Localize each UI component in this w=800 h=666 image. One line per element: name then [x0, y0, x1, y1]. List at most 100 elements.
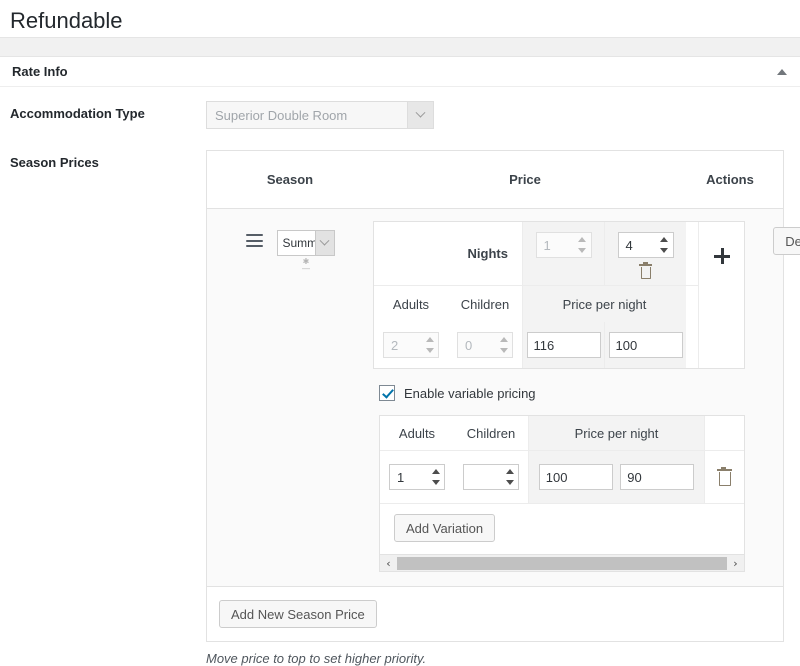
price-input-1[interactable]: 116	[526, 332, 601, 358]
trash-can	[640, 267, 651, 279]
chevron-down-icon	[407, 102, 433, 128]
chevron-down-glyph	[415, 107, 426, 118]
season-price-row: Summ ✱ — Nights 1 4 Adults Children Pric…	[207, 209, 800, 587]
add-variation-button[interactable]: Add Variation	[394, 514, 496, 542]
price-block: Nights 1 4 Adults Children Price per nig…	[373, 221, 745, 369]
price-cell: Nights 1 4 Adults Children Price per nig…	[373, 221, 751, 572]
price-cell-2: 100	[604, 322, 686, 368]
enable-variable-pricing-label: Enable variable pricing	[404, 385, 536, 401]
price-grid: Nights 1 4 Adults Children Price per nig…	[374, 222, 698, 368]
chevron-left-icon[interactable]: ‹	[380, 556, 397, 571]
drag-handle-icon[interactable]	[245, 234, 263, 247]
variations-footer: Add Variation	[380, 504, 744, 554]
variation-children-input[interactable]	[463, 464, 519, 490]
spinner-down-glyph	[578, 248, 586, 253]
trash-lid	[717, 466, 732, 471]
children-input[interactable]: 0	[457, 332, 513, 358]
adults-input[interactable]: 2	[383, 332, 439, 358]
variation-price-input-2[interactable]: 90	[620, 464, 695, 490]
season-prices-control: Season Price Actions Summ ✱ — Nights 1 4…	[206, 150, 800, 642]
enable-variable-pricing-checkbox[interactable]	[379, 385, 395, 401]
price-values-row: 2 0 116 100	[374, 322, 698, 368]
nights-input-1[interactable]: 1	[535, 232, 592, 258]
variation-adults-input[interactable]: 1	[389, 464, 445, 490]
spinner-down-glyph	[505, 480, 514, 485]
column-header-season: Season	[266, 172, 314, 187]
variation-price-cells: 100 90	[528, 451, 704, 503]
adults-value: 2	[391, 337, 399, 353]
variation-price-input-1[interactable]: 100	[538, 464, 613, 490]
spinner-up-glyph	[431, 469, 440, 474]
trash-lid	[639, 262, 652, 266]
caret-up-icon[interactable]	[774, 64, 790, 80]
chevron-down-icon	[314, 231, 334, 255]
nights-col-2: 4	[604, 222, 686, 285]
enable-variable-pricing-row[interactable]: Enable variable pricing	[379, 385, 745, 401]
chevron-right-icon[interactable]: ›	[727, 556, 744, 571]
actions-cell: Delete	[751, 221, 800, 572]
spinner-icon[interactable]	[430, 469, 441, 485]
season-cell: Summ ✱ —	[207, 221, 373, 572]
page-title-bar: Refundable	[0, 0, 800, 38]
children-value: 0	[465, 337, 473, 353]
variations-header: Adults Children Price per night	[380, 416, 744, 451]
variation-adults-value: 1	[397, 469, 405, 485]
metabox-body: Accommodation Type Superior Double Room …	[0, 87, 800, 666]
variation-actions-cell	[704, 451, 744, 503]
nights-value-2: 4	[625, 237, 633, 253]
children-cell: 0	[448, 322, 522, 368]
scrollbar-track[interactable]	[397, 556, 727, 571]
price-cell-1: 116	[522, 322, 604, 368]
priority-note: Move price to top to set higher priority…	[206, 651, 427, 666]
metabox-title: Rate Info	[12, 64, 68, 79]
add-new-season-price-button[interactable]: Add New Season Price	[219, 600, 377, 628]
variation-header-adults: Adults	[398, 425, 436, 441]
variation-header-actions	[704, 416, 744, 450]
metabox-header[interactable]: Rate Info	[0, 57, 800, 87]
spinner-icon[interactable]	[504, 469, 515, 485]
season-prices-panel: Season Price Actions Summ ✱ — Nights 1 4…	[206, 150, 800, 642]
delete-season-button[interactable]: Delete	[773, 227, 800, 255]
nights-col-1: 1	[522, 222, 604, 285]
spinner-up-glyph	[505, 469, 514, 474]
accommodation-type-value: Superior Double Room	[215, 107, 348, 123]
spinner-up-glyph	[499, 337, 508, 342]
spinner-down-glyph	[499, 348, 508, 353]
season-panel-footer: Add New Season Price	[207, 587, 783, 641]
variation-header-children: Children	[466, 425, 516, 441]
trash-icon[interactable]	[717, 466, 732, 486]
spinner-icon[interactable]	[424, 337, 435, 353]
accommodation-type-select[interactable]: Superior Double Room	[206, 101, 434, 129]
trash-icon[interactable]	[639, 262, 652, 279]
accommodation-type-label: Accommodation Type	[10, 106, 145, 121]
scrollbar-thumb[interactable]	[397, 556, 727, 570]
rate-info-metabox: Rate Info Accommodation Type Superior Do…	[0, 56, 800, 666]
spinner-up-glyph	[578, 237, 586, 242]
price-input-2[interactable]: 100	[608, 332, 683, 358]
spinner-icon[interactable]	[659, 237, 670, 253]
accommodation-type-control: Superior Double Room	[206, 101, 800, 129]
content-gap	[0, 38, 800, 56]
accommodation-type-row: Accommodation Type Superior Double Room	[0, 101, 800, 129]
spinner-down-glyph	[425, 348, 434, 353]
select2-resize-nub: ✱ —	[302, 257, 310, 274]
spinner-down-glyph	[431, 480, 440, 485]
drag-bar	[245, 239, 263, 242]
nights-label: Nights	[467, 246, 508, 261]
spinner-icon[interactable]	[577, 237, 588, 253]
season-prices-label: Season Prices	[10, 155, 99, 170]
nights-input-2[interactable]: 4	[617, 232, 674, 258]
drag-bar	[245, 234, 263, 236]
subheader-children: Children	[460, 296, 510, 312]
spinner-icon[interactable]	[498, 337, 509, 353]
adults-cell: 2	[374, 322, 448, 368]
plus-icon[interactable]	[713, 248, 730, 264]
nights-value-1: 1	[543, 237, 551, 253]
variation-children-cell	[454, 451, 528, 503]
chevron-down-glyph	[319, 235, 330, 246]
spinner-down-glyph	[660, 248, 668, 253]
season-select[interactable]: Summ	[276, 230, 335, 256]
variations-horizontal-scrollbar[interactable]: ‹ ›	[379, 555, 745, 572]
variable-pricing-section: Enable variable pricing Adults Children …	[373, 369, 745, 572]
subheader-adults: Adults	[392, 296, 430, 312]
